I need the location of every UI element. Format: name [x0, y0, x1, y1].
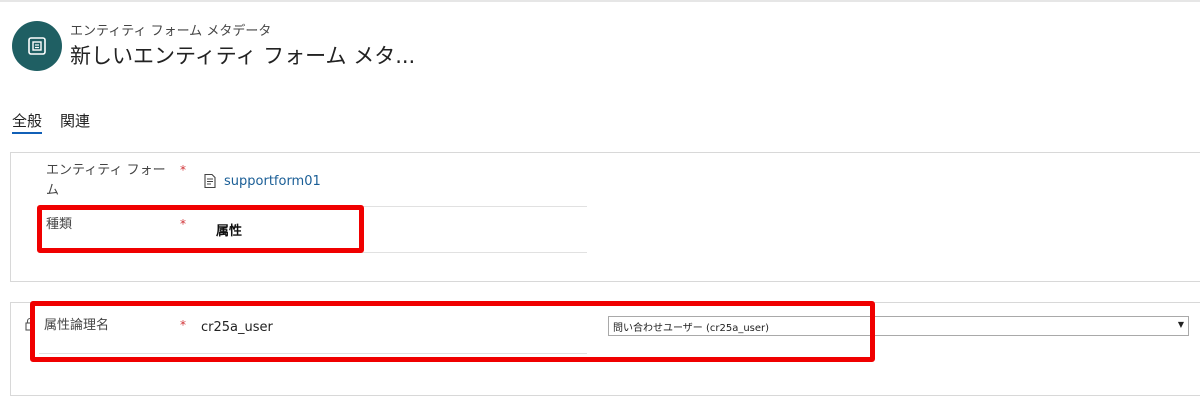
selected-tab-indicator	[12, 132, 42, 134]
record-lookup-icon	[204, 173, 216, 189]
entity-type-label: エンティティ フォーム メタデータ	[70, 24, 272, 39]
annotation-highlight-type	[37, 205, 364, 253]
annotation-highlight-attribute	[30, 301, 875, 362]
record-title: 新しいエンティティ フォーム メタ...	[70, 44, 416, 68]
entity-form-icon	[12, 21, 62, 71]
dropdown-arrow-icon: ▼	[1177, 320, 1184, 329]
tab-general[interactable]: 全般	[12, 110, 42, 131]
top-border	[0, 0, 1200, 2]
tab-related[interactable]: 関連	[60, 110, 90, 131]
entity-form-label: エンティティ フォーム	[46, 163, 166, 198]
required-indicator: *	[180, 163, 186, 177]
entity-form-lookup-link[interactable]: supportform01	[224, 174, 321, 189]
